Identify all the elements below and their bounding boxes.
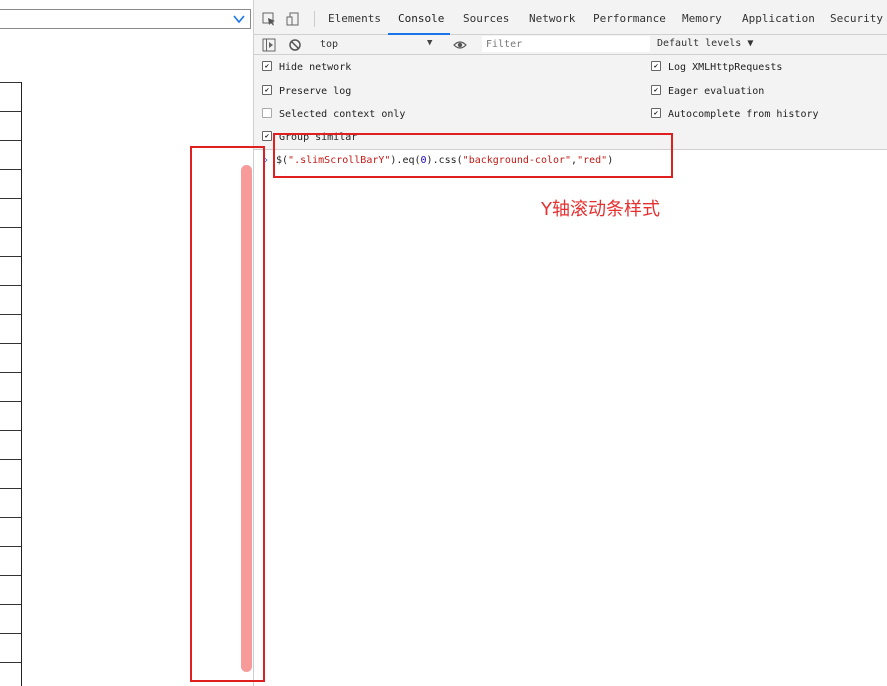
- table-row: [0, 546, 21, 547]
- table-row: [0, 517, 21, 518]
- table-row: [0, 401, 21, 402]
- device-toolbar-icon[interactable]: [286, 12, 300, 26]
- dropdown-arrow-icon[interactable]: ▼: [427, 38, 432, 48]
- filter-input[interactable]: [482, 36, 650, 52]
- setting-preserve-log[interactable]: ✔ Preserve log: [262, 85, 352, 97]
- chevron-down-icon[interactable]: [232, 12, 246, 26]
- context-selector[interactable]: top: [320, 39, 338, 50]
- log-levels-label: Default levels: [657, 38, 742, 49]
- tab-memory[interactable]: Memory: [682, 12, 722, 25]
- setting-label: Hide network: [279, 62, 352, 73]
- tab-elements[interactable]: Elements: [328, 12, 381, 25]
- devtools-panel: Elements Console Sources Network Perform…: [253, 0, 887, 686]
- table-row: [0, 198, 21, 199]
- table-row: [0, 111, 21, 112]
- setting-hide-network[interactable]: ✔ Hide network: [262, 61, 352, 73]
- table-row: [0, 285, 21, 286]
- checkbox-checked-icon[interactable]: ✔: [262, 85, 272, 95]
- table-row: [0, 169, 21, 170]
- setting-label: Autocomplete from history: [668, 109, 819, 120]
- page-table-edge: [0, 82, 22, 686]
- setting-label: Log XMLHttpRequests: [668, 62, 783, 73]
- clear-console-icon[interactable]: [288, 38, 302, 52]
- console-toolbar: top ▼ Default levels ▼: [254, 35, 887, 55]
- table-row: [0, 662, 21, 663]
- table-row: [0, 256, 21, 257]
- setting-log-xhr[interactable]: ✔ Log XMLHttpRequests: [651, 61, 783, 73]
- sidebar-toggle-icon[interactable]: [262, 38, 276, 52]
- checkbox-checked-icon[interactable]: ✔: [651, 61, 661, 71]
- table-row: [0, 633, 21, 634]
- log-levels-dropdown[interactable]: Default levels ▼: [657, 38, 753, 49]
- table-row: [0, 488, 21, 489]
- table-row: [0, 140, 21, 141]
- table-row: [0, 82, 21, 83]
- setting-label: Preserve log: [279, 86, 352, 97]
- table-row: [0, 575, 21, 576]
- table-row: [0, 604, 21, 605]
- tab-separator: [314, 11, 315, 27]
- table-row: [0, 430, 21, 431]
- annotation-box-code: [273, 133, 673, 178]
- tab-application[interactable]: Application: [742, 12, 815, 25]
- inspect-element-icon[interactable]: [262, 12, 276, 26]
- annotation-box-scrollbar: [190, 146, 265, 682]
- tab-sources[interactable]: Sources: [463, 12, 509, 25]
- table-row: [0, 314, 21, 315]
- annotation-label: Y轴滚动条样式: [541, 199, 660, 220]
- setting-label: Selected context only: [279, 109, 406, 120]
- checkbox-checked-icon[interactable]: ✔: [651, 108, 661, 118]
- checkbox-checked-icon[interactable]: ✔: [262, 131, 272, 141]
- setting-autocomplete[interactable]: ✔ Autocomplete from history: [651, 108, 819, 120]
- table-row: [0, 227, 21, 228]
- devtools-tabbar: Elements Console Sources Network Perform…: [254, 0, 887, 35]
- tab-performance[interactable]: Performance: [593, 12, 666, 25]
- tab-security[interactable]: Security: [830, 12, 883, 25]
- setting-label: Eager evaluation: [668, 86, 765, 97]
- setting-eager-evaluation[interactable]: ✔ Eager evaluation: [651, 85, 765, 97]
- checkbox-unchecked-icon[interactable]: [262, 108, 272, 118]
- table-row: [0, 372, 21, 373]
- tab-network[interactable]: Network: [529, 12, 575, 25]
- setting-selected-context[interactable]: Selected context only: [262, 108, 406, 120]
- table-row: [0, 459, 21, 460]
- tab-console[interactable]: Console: [398, 12, 444, 25]
- checkbox-checked-icon[interactable]: ✔: [651, 85, 661, 95]
- page-select[interactable]: [0, 9, 251, 29]
- checkbox-checked-icon[interactable]: ✔: [262, 61, 272, 71]
- table-row: [0, 343, 21, 344]
- eye-icon[interactable]: [453, 38, 467, 52]
